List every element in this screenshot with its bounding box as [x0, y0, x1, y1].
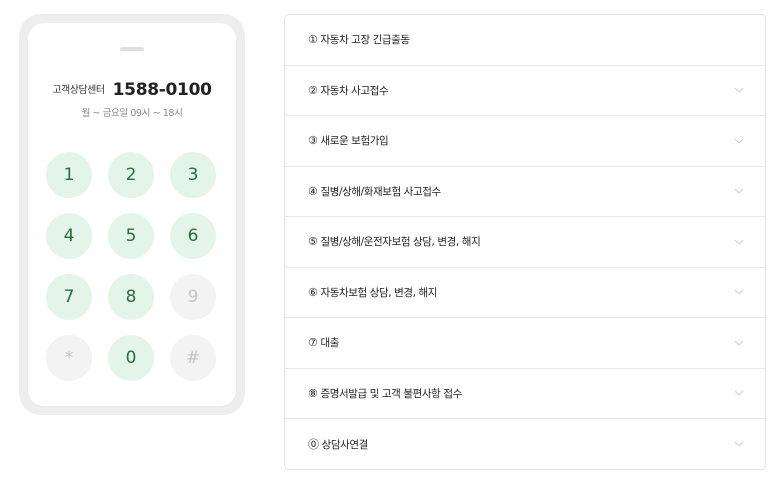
business-hours: 월 ~ 금요일 09시 ~ 18시 — [81, 108, 183, 119]
phone-mockup: 고객상담센터 1588-0100 월 ~ 금요일 09시 ~ 18시 1 2 3… — [19, 14, 245, 415]
chevron-down-icon — [734, 188, 744, 194]
menu-item-1[interactable]: ① 자동차 고장 긴급출동 — [285, 15, 765, 66]
chevron-down-icon — [734, 138, 744, 144]
key-star: * — [46, 335, 92, 381]
chevron-down-icon — [734, 87, 744, 93]
key-8[interactable]: 8 — [108, 274, 154, 320]
service-center-line: 고객상담센터 1588-0100 — [28, 80, 236, 100]
key-hash: # — [170, 335, 216, 381]
menu-item-2[interactable]: ② 자동차 사고접수 — [285, 66, 765, 116]
menu-item-label: ⑦ 대출 — [308, 336, 339, 350]
menu-item-label: ③ 새로운 보험가입 — [308, 134, 389, 148]
phone-notch — [120, 47, 144, 51]
menu-item-3[interactable]: ③ 새로운 보험가입 — [285, 116, 765, 167]
phone-screen: 고객상담센터 1588-0100 월 ~ 금요일 09시 ~ 18시 1 2 3… — [28, 23, 236, 406]
key-9: 9 — [170, 274, 216, 320]
menu-item-5[interactable]: ⑤ 질병/상해/운전자보험 상담, 변경, 해지 — [285, 217, 765, 268]
phone-keypad: 1 2 3 4 5 6 7 8 9 * 0 # — [46, 152, 216, 381]
key-4[interactable]: 4 — [46, 213, 92, 259]
menu-item-8[interactable]: ⑧ 증명서발급 및 고객 불편사항 접수 — [285, 369, 765, 419]
key-6[interactable]: 6 — [170, 213, 216, 259]
menu-item-label: ⑥ 자동차보험 상담, 변경, 해지 — [308, 285, 438, 299]
chevron-down-icon — [734, 390, 744, 396]
ars-menu-list: ① 자동차 고장 긴급출동 ② 자동차 사고접수 ③ 새로운 보험가입 ④ 질병/상해/… — [284, 14, 766, 470]
menu-item-7[interactable]: ⑦ 대출 — [285, 318, 765, 369]
menu-item-label: ④ 질병/상해/화재보험 사고접수 — [308, 184, 441, 198]
menu-item-label: ⓪ 상담사연결 — [308, 438, 368, 452]
key-2[interactable]: 2 — [108, 152, 154, 198]
key-5[interactable]: 5 — [108, 213, 154, 259]
menu-item-label: ② 자동차 사고접수 — [308, 83, 389, 97]
key-0[interactable]: 0 — [108, 335, 154, 381]
menu-item-6[interactable]: ⑥ 자동차보험 상담, 변경, 해지 — [285, 268, 765, 318]
chevron-down-icon — [734, 239, 744, 245]
menu-item-4[interactable]: ④ 질병/상해/화재보험 사고접수 — [285, 167, 765, 217]
service-center-number: 1588-0100 — [112, 80, 212, 100]
service-center-label: 고객상담센터 — [52, 85, 105, 96]
chevron-down-icon — [734, 340, 744, 346]
key-3[interactable]: 3 — [170, 152, 216, 198]
chevron-down-icon — [734, 289, 744, 295]
key-1[interactable]: 1 — [46, 152, 92, 198]
key-7[interactable]: 7 — [46, 274, 92, 320]
menu-item-label: ① 자동차 고장 긴급출동 — [308, 33, 410, 47]
menu-item-0[interactable]: ⓪ 상담사연결 — [285, 419, 765, 469]
menu-item-label: ⑤ 질병/상해/운전자보험 상담, 변경, 해지 — [308, 235, 481, 249]
menu-item-label: ⑧ 증명서발급 및 고객 불편사항 접수 — [308, 386, 462, 400]
chevron-down-icon — [734, 441, 744, 447]
